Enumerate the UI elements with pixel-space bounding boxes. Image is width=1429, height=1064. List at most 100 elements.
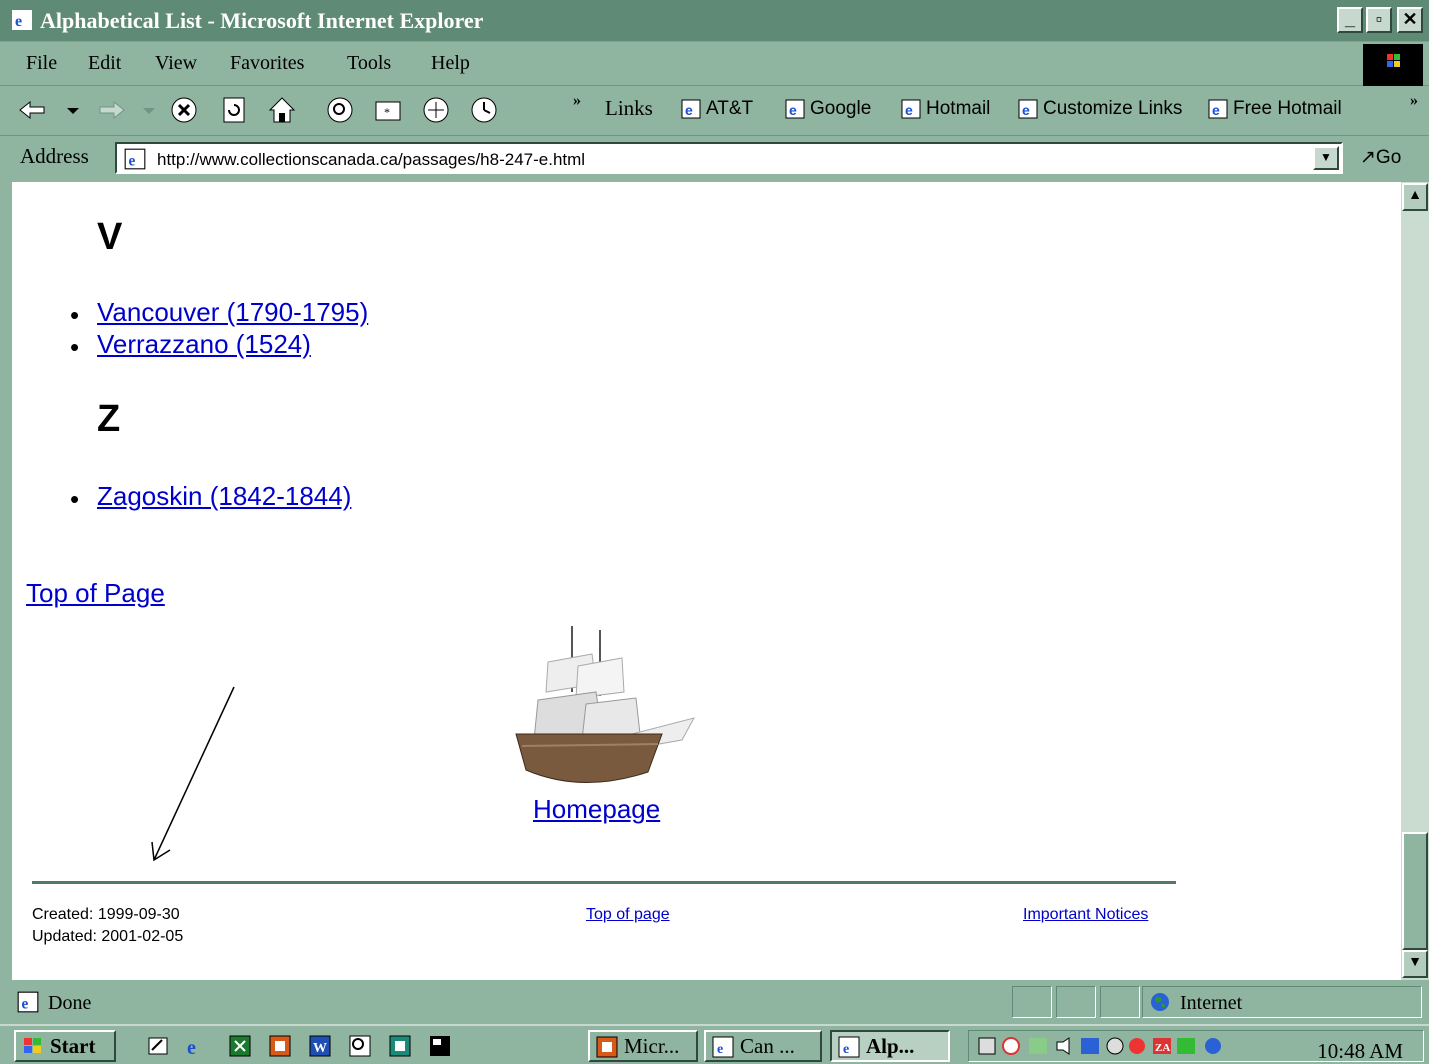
quicklaunch-ie-icon[interactable]: e bbox=[184, 1034, 208, 1058]
link-att[interactable]: e AT&T bbox=[680, 98, 753, 120]
annotation-arrow bbox=[151, 686, 235, 862]
quicklaunch-publisher-icon[interactable] bbox=[388, 1034, 412, 1058]
link-free-hotmail[interactable]: e Free Hotmail bbox=[1207, 98, 1342, 120]
menu-bar: File Edit View Favorites Tools Help bbox=[0, 42, 1429, 86]
ie-page-icon: e bbox=[1208, 99, 1228, 119]
back-dropdown-icon[interactable] bbox=[62, 94, 84, 126]
svg-text:e: e bbox=[128, 153, 135, 170]
search-icon[interactable] bbox=[324, 94, 356, 126]
ie-page-icon: e bbox=[681, 99, 701, 119]
quicklaunch-powerpoint-icon[interactable] bbox=[268, 1034, 292, 1058]
top-of-page-link[interactable]: Top of Page bbox=[26, 578, 165, 609]
maximize-button[interactable]: ▫ bbox=[1366, 7, 1392, 33]
quicklaunch-desktop-icon[interactable] bbox=[146, 1034, 170, 1058]
menu-favorites[interactable]: Favorites bbox=[230, 52, 304, 75]
links-label: Links bbox=[605, 96, 653, 120]
address-label: Address bbox=[20, 144, 89, 168]
quicklaunch-search-icon[interactable] bbox=[348, 1034, 372, 1058]
address-input[interactable]: e http://www.collectionscanada.ca/passag… bbox=[115, 142, 1343, 174]
stop-icon[interactable] bbox=[168, 94, 200, 126]
refresh-icon[interactable] bbox=[218, 94, 250, 126]
back-arrow-icon[interactable] bbox=[16, 94, 48, 126]
title-bar[interactable]: e Alphabetical List - Microsoft Internet… bbox=[0, 0, 1429, 42]
toolbar-chevron-icon[interactable]: » bbox=[573, 92, 581, 110]
svg-text:e: e bbox=[789, 102, 797, 118]
list-bullet: • bbox=[70, 332, 80, 362]
ie-page-icon: e bbox=[785, 99, 805, 119]
browser-window: e Alphabetical List - Microsoft Internet… bbox=[0, 0, 1429, 1024]
list-bullet: • bbox=[70, 300, 80, 330]
minimize-button[interactable]: _ bbox=[1337, 7, 1363, 33]
globe-icon bbox=[1151, 993, 1169, 1011]
forward-arrow-icon[interactable] bbox=[96, 94, 128, 126]
history-icon[interactable] bbox=[468, 94, 500, 126]
ie-logo-icon: e bbox=[12, 10, 32, 30]
scroll-thumb[interactable] bbox=[1402, 832, 1428, 950]
quicklaunch-word-icon[interactable]: W bbox=[308, 1034, 332, 1058]
scroll-down-button[interactable]: ▼ bbox=[1402, 950, 1428, 978]
ie-page-icon: e bbox=[838, 1036, 860, 1058]
clock[interactable]: 10:48 AM bbox=[1317, 1039, 1403, 1064]
scroll-up-button[interactable]: ▲ bbox=[1402, 183, 1428, 211]
important-notices-link[interactable]: Important Notices bbox=[1023, 906, 1148, 924]
link-hotmail[interactable]: e Hotmail bbox=[900, 98, 990, 120]
menu-tools[interactable]: Tools bbox=[347, 52, 391, 75]
section-heading-z: Z bbox=[97, 398, 121, 440]
svg-text:e: e bbox=[717, 1042, 723, 1057]
zone-label: Internet bbox=[1180, 992, 1243, 1014]
link-verrazzano[interactable]: Verrazzano (1524) bbox=[97, 329, 311, 360]
links-chevron-icon[interactable]: » bbox=[1410, 92, 1418, 110]
forward-dropdown-icon[interactable] bbox=[138, 94, 160, 126]
close-button[interactable]: ✕ bbox=[1397, 7, 1423, 33]
menu-view[interactable]: View bbox=[155, 52, 197, 75]
media-icon[interactable] bbox=[420, 94, 452, 126]
window-title: Alphabetical List - Microsoft Internet E… bbox=[40, 8, 484, 33]
task-button-alphabetical[interactable]: e Alp... bbox=[830, 1030, 950, 1062]
menu-file[interactable]: File bbox=[26, 52, 57, 75]
svg-text:e: e bbox=[15, 13, 22, 30]
home-icon[interactable] bbox=[266, 94, 298, 126]
menu-edit[interactable]: Edit bbox=[88, 52, 121, 75]
ie-page-icon: e bbox=[901, 99, 921, 119]
start-button[interactable]: Start bbox=[14, 1030, 116, 1062]
footer-divider bbox=[32, 881, 1176, 884]
ship-image[interactable] bbox=[512, 622, 702, 792]
tray-icons[interactable]: ZA bbox=[977, 1035, 1237, 1057]
toolbar: * » Links e AT&T e Google e Hotmail e Custom… bbox=[0, 86, 1429, 136]
address-bar: Address e http://www.collectionscanada.c… bbox=[0, 136, 1429, 182]
link-customize-links[interactable]: e Customize Links bbox=[1017, 98, 1182, 120]
address-url: http://www.collectionscanada.ca/passages… bbox=[157, 150, 586, 169]
svg-text:e: e bbox=[1022, 102, 1030, 118]
task-button-canada[interactable]: e Can ... bbox=[704, 1030, 822, 1062]
link-vancouver[interactable]: Vancouver (1790-1795) bbox=[97, 297, 368, 328]
created-date: Created: 1999-09-30 bbox=[32, 906, 180, 923]
footer-top-of-page-link[interactable]: Top of page bbox=[586, 906, 670, 924]
svg-text:*: * bbox=[384, 105, 390, 119]
svg-text:e: e bbox=[685, 102, 693, 118]
homepage-link[interactable]: Homepage bbox=[533, 794, 660, 825]
svg-text:e: e bbox=[187, 1037, 196, 1058]
taskbar: Start e W Micr... e Can ... e Alp... ZA bbox=[0, 1024, 1429, 1064]
link-google[interactable]: e Google bbox=[784, 98, 871, 120]
page-content: V • Vancouver (1790-1795) • Verrazzano (… bbox=[12, 182, 1401, 980]
section-heading-v: V bbox=[97, 216, 123, 258]
windows-logo-icon bbox=[24, 1038, 41, 1053]
svg-text:e: e bbox=[905, 102, 913, 118]
address-dropdown-button[interactable]: ▼ bbox=[1313, 146, 1339, 170]
status-bar: e Done Internet bbox=[0, 980, 1429, 1024]
vertical-scrollbar[interactable]: ▲ ▼ bbox=[1401, 182, 1429, 980]
list-bullet: • bbox=[70, 484, 80, 514]
menu-help[interactable]: Help bbox=[431, 52, 470, 75]
svg-text:e: e bbox=[1212, 102, 1220, 118]
quicklaunch-excel-icon[interactable] bbox=[228, 1034, 252, 1058]
go-button[interactable]: ↗Go bbox=[1360, 146, 1401, 169]
quicklaunch-console-icon[interactable] bbox=[428, 1034, 452, 1058]
svg-text:W: W bbox=[313, 1041, 327, 1056]
svg-text:e: e bbox=[843, 1042, 849, 1057]
svg-text:ZA: ZA bbox=[1155, 1042, 1170, 1054]
link-zagoskin[interactable]: Zagoskin (1842-1844) bbox=[97, 481, 351, 512]
task-button-microsoft[interactable]: Micr... bbox=[588, 1030, 698, 1062]
svg-text:e: e bbox=[21, 996, 28, 1013]
updated-date: Updated: 2001-02-05 bbox=[32, 928, 184, 945]
favorites-icon[interactable]: * bbox=[372, 94, 404, 126]
